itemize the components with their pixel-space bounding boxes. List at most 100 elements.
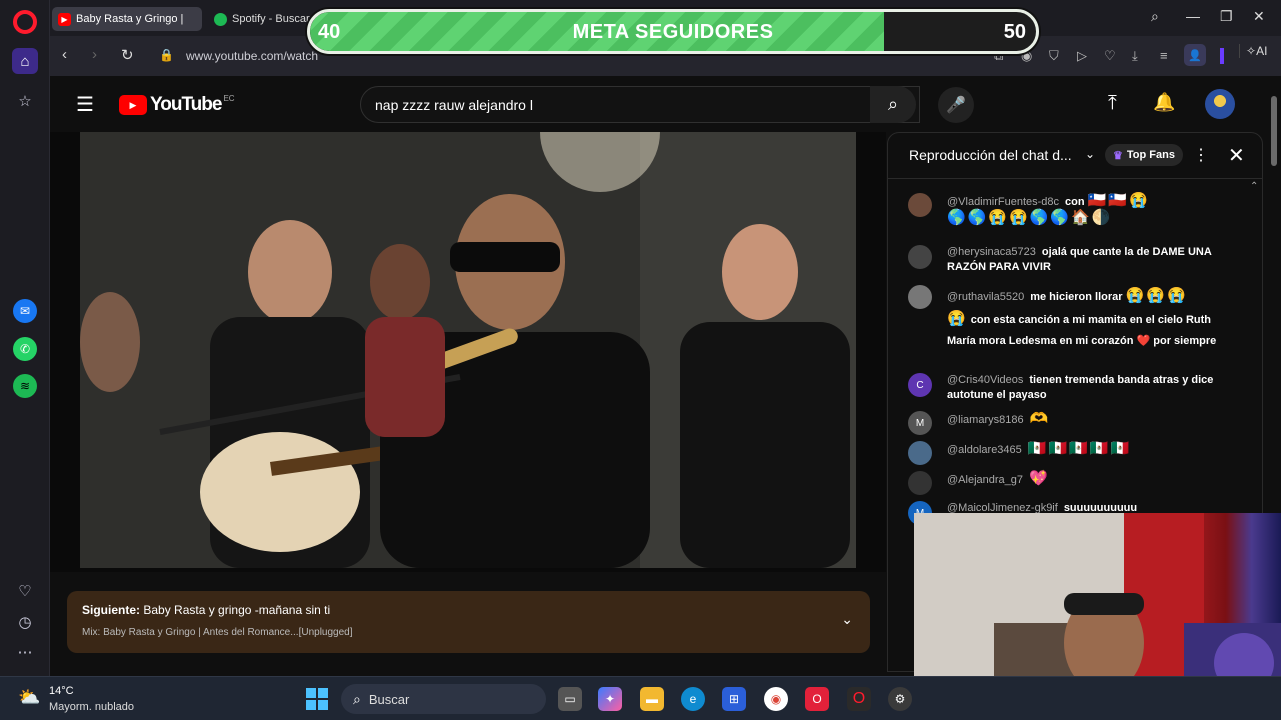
star-icon[interactable]: ☆ [12, 88, 38, 114]
avatar [908, 441, 932, 465]
crown-icon: ♛ [1113, 149, 1123, 162]
tab-label: Baby Rasta y Gringo | [76, 13, 184, 25]
avatar [908, 193, 932, 217]
chat-emoji: 💖 [1029, 470, 1050, 487]
chat-emoji: 🇲🇽🇲🇽🇲🇽🇲🇽🇲🇽 [1027, 440, 1132, 457]
copilot-icon[interactable]: ✦ [598, 687, 622, 711]
chat-text: me hicieron llorar [1030, 291, 1123, 303]
sidebar-toggle[interactable] [1220, 48, 1224, 64]
video-frame[interactable] [80, 132, 856, 568]
spotify-icon [214, 12, 227, 26]
video-player[interactable] [50, 132, 886, 572]
search-tabs-icon[interactable]: ⌕ [1151, 8, 1159, 25]
top-fans-button[interactable]: ♛ Top Fans [1105, 144, 1183, 166]
download-icon[interactable]: ⤓ [1132, 48, 1138, 64]
restore-icon[interactable]: ❐ [1220, 8, 1233, 25]
chevron-down-icon[interactable]: ⌄ [1085, 147, 1095, 161]
messenger-icon[interactable]: ✉ [13, 299, 37, 323]
avatar[interactable] [1205, 89, 1235, 119]
chat-emoji: 😭 [947, 310, 968, 327]
weather-temperature[interactable]: 14°C [49, 685, 74, 697]
youtube-header: ☰ ▶ YouTube EC nap zzzz rauw alejandro l… [50, 76, 1268, 132]
ai-label: AI [1256, 44, 1268, 58]
chrome-icon[interactable]: ◉ [764, 687, 788, 711]
logo-text: YouTube [150, 94, 222, 115]
chat-message: @herysinaca5723 ojalá que cante la de DAM… [908, 245, 1228, 275]
history-icon[interactable]: ◷ [12, 609, 38, 635]
avatar [908, 245, 932, 269]
folder-icon[interactable]: ▬ [640, 687, 664, 711]
reload-icon[interactable]: ↻ [121, 46, 134, 64]
goal-title: META SEGUIDORES [572, 21, 774, 43]
chat-username[interactable]: @Cris40Videos [947, 374, 1023, 386]
store-icon[interactable]: ⊞ [722, 687, 746, 711]
url-field[interactable]: www.youtube.com/watch [186, 49, 318, 63]
opera-gx-icon[interactable]: O [805, 687, 829, 711]
chat-username[interactable]: @aldolare3465 [947, 444, 1022, 456]
bell-icon[interactable]: 🔔 [1153, 92, 1175, 113]
chat-message: C @Cris40Videos tienen tremenda banda atr… [908, 373, 1228, 403]
lock-icon[interactable]: 🔒 [159, 48, 174, 62]
search-input[interactable]: nap zzzz rauw alejandro l [375, 97, 533, 113]
profile-icon[interactable]: 👤 [1184, 44, 1206, 66]
menu-icon[interactable]: ≡ [1160, 48, 1168, 63]
heart-icon[interactable]: ♡ [12, 578, 38, 604]
upload-icon[interactable]: ⤒ [1108, 92, 1117, 115]
up-next-subtitle: Mix: Baby Rasta y Gringo | Antes del Rom… [82, 627, 353, 638]
shield-icon[interactable]: ⛉ [1049, 48, 1059, 64]
close-icon[interactable]: ✕ [1228, 143, 1245, 168]
whatsapp-icon[interactable]: ✆ [13, 337, 37, 361]
tab-youtube[interactable]: ▶ Baby Rasta y Gringo | [52, 7, 202, 31]
heart-icon[interactable]: ♡ [1104, 48, 1116, 64]
tab-label: Spotify - Buscar [232, 13, 310, 25]
app-icon[interactable]: ⚙ [888, 687, 912, 711]
forward-icon[interactable]: › [92, 46, 97, 63]
chat-title[interactable]: Reproducción del chat d... [909, 147, 1072, 163]
ai-button[interactable]: ✧AI [1239, 44, 1267, 58]
search-icon[interactable]: ⌕ [870, 86, 916, 123]
back-icon[interactable]: ‹ [62, 46, 67, 63]
chat-message: @VladimirFuentes-d8c con 🇨🇱🇨🇱😭 🌎🌎😭😭🌎🌎🏠🌗 [908, 193, 1228, 227]
search-box[interactable]: nap zzzz rauw alejandro l ✕ [360, 86, 920, 123]
chat-username[interactable]: @liamarys8186 [947, 414, 1024, 426]
scrollbar-thumb[interactable] [1271, 96, 1277, 166]
chat-message: @Alejandra_g7 💖 [908, 470, 1228, 495]
ai-sparkle-icon: ✧ [1246, 44, 1257, 58]
play-icon[interactable]: ▷ [1077, 48, 1087, 64]
hamburger-icon[interactable]: ☰ [76, 92, 94, 117]
browser-sidebar: ⌂ ☆ ✉ ✆ ≋ ♡ ◷ ⋯ [0, 0, 50, 676]
task-view-icon[interactable]: ▭ [558, 687, 582, 711]
follower-goal-overlay: 40 META SEGUIDORES 50 [307, 9, 1039, 54]
windows-start-icon[interactable] [306, 688, 328, 710]
spotify-icon[interactable]: ≋ [13, 374, 37, 398]
opera-icon[interactable]: O [847, 687, 871, 711]
chat-message: @aldolare3465 🇲🇽🇲🇽🇲🇽🇲🇽🇲🇽 [908, 440, 1228, 465]
more-options-icon[interactable]: ⋮ [1193, 145, 1209, 165]
chat-username[interactable]: @Alejandra_g7 [947, 474, 1023, 486]
taskbar-search[interactable]: ⌕ Buscar [341, 684, 546, 714]
search-icon: ⌕ [353, 690, 361, 707]
close-window-icon[interactable]: ✕ [1253, 8, 1265, 25]
up-next-bar[interactable]: Siguiente: Baby Rasta y gringo -mañana s… [67, 591, 870, 653]
weather-description[interactable]: Mayorm. nublado [49, 701, 134, 713]
avatar: C [908, 373, 932, 397]
minimize-icon[interactable]: — [1186, 8, 1200, 24]
chat-emoji: 🇨🇱🇨🇱😭 [1087, 192, 1150, 209]
avatar [908, 471, 932, 495]
chat-username[interactable]: @herysinaca5723 [947, 246, 1036, 258]
avatar: M [908, 411, 932, 435]
opera-logo-icon[interactable] [13, 10, 37, 34]
home-icon[interactable]: ⌂ [12, 48, 38, 74]
cloud-sun-icon[interactable]: ⛅ [18, 687, 40, 708]
chat-message: @ruthavila5520 me hicieron llorar 😭😭😭 😭 co… [908, 285, 1228, 352]
chat-text: con esta canción a mi mamita en el cielo… [947, 314, 1217, 347]
chat-header: Reproducción del chat d... ⌄ ♛ Top Fans ⋮… [888, 133, 1262, 179]
youtube-icon: ▶ [119, 95, 147, 115]
chat-username[interactable]: @VladimirFuentes-d8c [947, 196, 1059, 208]
more-icon[interactable]: ⋯ [12, 639, 38, 665]
edge-icon[interactable]: e [681, 687, 705, 711]
youtube-logo[interactable]: ▶ YouTube EC [119, 94, 235, 116]
microphone-icon[interactable]: 🎤 [938, 87, 974, 123]
chevron-down-icon[interactable]: ⌄ [841, 611, 853, 628]
chat-username[interactable]: @ruthavila5520 [947, 291, 1024, 303]
